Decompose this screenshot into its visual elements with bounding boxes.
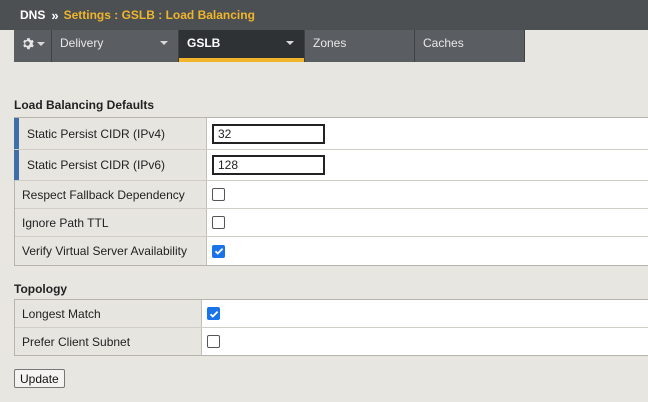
table-row: Longest Match: [15, 300, 648, 328]
field-value: [207, 237, 648, 265]
respect-fallback-dependency-checkbox[interactable]: [212, 188, 225, 201]
chevron-down-icon: [286, 41, 294, 45]
field-value: [202, 328, 648, 355]
table-row: Verify Virtual Server Availability: [15, 237, 648, 265]
field-value: [202, 300, 648, 327]
title-bar: DNS » Settings : GSLB : Load Balancing: [0, 0, 648, 30]
static-persist-cidr-ipv6-input[interactable]: [212, 155, 325, 175]
tab-caches[interactable]: Caches: [415, 30, 525, 62]
table-row: Prefer Client Subnet: [15, 328, 648, 355]
table-row: Static Persist CIDR (IPv6): [14, 150, 648, 181]
ignore-path-ttl-checkbox[interactable]: [212, 216, 225, 229]
chevron-down-icon: [160, 41, 168, 45]
field-value: [207, 209, 648, 236]
field-label: Ignore Path TTL: [15, 209, 207, 236]
field-value: [207, 118, 648, 149]
field-label: Static Persist CIDR (IPv4): [14, 118, 207, 149]
field-label: Prefer Client Subnet: [15, 328, 202, 355]
longest-match-checkbox[interactable]: [207, 307, 220, 320]
verify-virtual-server-availability-checkbox[interactable]: [212, 244, 225, 258]
checkmark-icon: [209, 310, 218, 318]
field-value: [207, 150, 648, 180]
prefer-client-subnet-checkbox[interactable]: [207, 335, 220, 348]
tab-delivery[interactable]: Delivery: [52, 30, 179, 62]
table-row: Respect Fallback Dependency: [15, 181, 648, 209]
load-balancing-table: Static Persist CIDR (IPv4) Static Persis…: [14, 117, 648, 266]
field-label: Verify Virtual Server Availability: [15, 237, 207, 265]
settings-menu-button[interactable]: [14, 30, 52, 62]
table-row: Ignore Path TTL: [15, 209, 648, 237]
breadcrumb-path: Settings : GSLB : Load Balancing: [63, 8, 255, 22]
gear-icon: [23, 38, 34, 50]
tab-label: Zones: [313, 36, 347, 50]
field-value: [207, 181, 648, 208]
table-row: Static Persist CIDR (IPv4): [14, 118, 648, 150]
field-label: Respect Fallback Dependency: [15, 181, 207, 208]
tab-zones[interactable]: Zones: [305, 30, 415, 62]
tab-bar: Delivery GSLB Zones Caches: [0, 30, 648, 65]
section-title-load-balancing: Load Balancing Defaults: [14, 98, 155, 112]
section-title-topology: Topology: [14, 282, 68, 296]
checkmark-icon: [214, 247, 223, 255]
breadcrumb-separator: »: [51, 7, 59, 23]
topology-table: Longest Match Prefer Client Subnet: [14, 299, 648, 356]
tab-gslb[interactable]: GSLB: [179, 30, 305, 62]
update-button[interactable]: Update: [14, 369, 65, 388]
chevron-down-icon: [37, 42, 45, 46]
field-label: Longest Match: [15, 300, 202, 327]
tab-label: Caches: [423, 36, 464, 50]
breadcrumb-root: DNS: [20, 8, 46, 22]
static-persist-cidr-ipv4-input[interactable]: [212, 123, 325, 144]
field-label: Static Persist CIDR (IPv6): [14, 150, 207, 180]
tab-label: GSLB: [187, 36, 221, 50]
tab-label: Delivery: [60, 36, 104, 50]
